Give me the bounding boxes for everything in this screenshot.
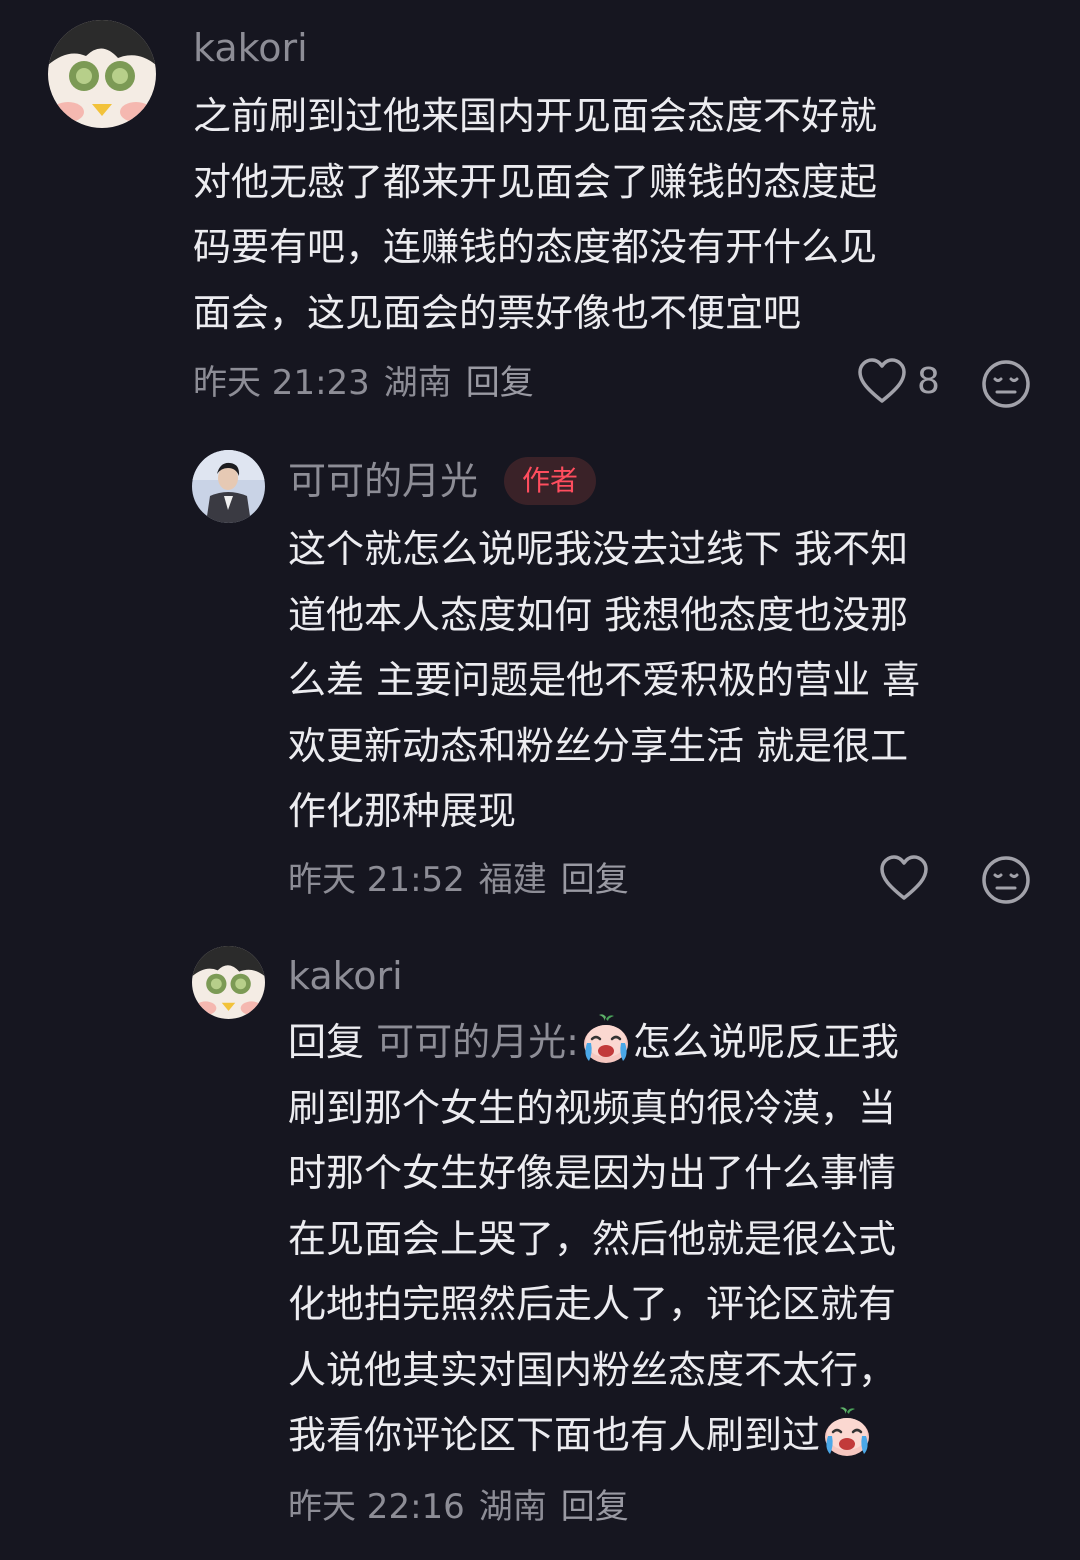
username[interactable]: kakori xyxy=(193,24,308,72)
comment-meta: 昨天 22:16 湖南 回复 xyxy=(288,1485,643,1529)
comment-text-line: 之前刷到过他来国内开见面会态度不好就 xyxy=(193,94,878,138)
comment-text-line: 回复 可可的月光: 怎么说呢反正我 xyxy=(288,1010,899,1076)
comment-text-line: 道他本人态度如何 我想他态度也没那 xyxy=(288,592,909,637)
like-count: 8 xyxy=(917,360,940,402)
timestamp: 昨天 22:16 xyxy=(288,1487,465,1527)
location: 福建 xyxy=(478,860,547,900)
timestamp: 昨天 21:52 xyxy=(288,860,465,900)
comment-text-line: 作化那种展现 xyxy=(288,789,517,833)
reply-button[interactable]: 回复 xyxy=(561,860,629,900)
comment-text-line: 人说他其实对国内粉丝态度不太行， xyxy=(288,1347,897,1392)
comment-meta: 昨天 21:23 湖南 回复 xyxy=(193,361,548,405)
comment-text-segment: 怎么说呢反正我 xyxy=(632,1020,899,1064)
like-button[interactable]: 8 xyxy=(857,357,940,405)
comment-text-line: 刷到那个女生的视频真的很冷漠，当 xyxy=(288,1085,897,1130)
avatar-author[interactable] xyxy=(192,450,265,523)
reply-prefix: 回复 xyxy=(288,1020,365,1064)
comment-text: 之前刷到过他来国内开见面会态度不好就 对他无感了都来开见面会了赚钱的态度起 码要… xyxy=(193,84,877,346)
comment-text-line: 码要有吧，连赚钱的态度都没有开什么见 xyxy=(193,225,878,269)
comment-2: 可可的月光 作者 这个就怎么说呢我没去过线下 我不知 道他本人态度如何 我想他态… xyxy=(0,420,1080,920)
timestamp: 昨天 21:23 xyxy=(193,363,370,403)
location: 湖南 xyxy=(383,363,452,403)
comment-text-segment: 我看你评论区下面也有人刷到过 xyxy=(288,1413,821,1457)
comment-text-line: 在见面会上哭了，然后他就是很公式 xyxy=(288,1216,897,1261)
comment-text-line: 这个就怎么说呢我没去过线下 我不知 xyxy=(288,527,909,571)
heart-outline-icon xyxy=(880,855,928,900)
username[interactable]: 可可的月光 xyxy=(288,457,478,505)
comment-text-line: 化地拍完照然后走人了，评论区就有 xyxy=(288,1282,897,1326)
username[interactable]: kakori xyxy=(288,952,403,1000)
dislike-button[interactable] xyxy=(981,855,1031,905)
comment-text-line: 欢更新动态和粉丝分享生活 就是很工 xyxy=(288,723,909,768)
author-badge: 作者 xyxy=(504,457,597,505)
comment-1: kakori 之前刷到过他来国内开见面会态度不好就 对他无感了都来开见面会了赚钱… xyxy=(0,0,1080,420)
comment-text-line: 么差 主要问题是他不爱积极的营业 喜 xyxy=(288,658,921,702)
avatar-kakori[interactable] xyxy=(192,946,265,1019)
crying-face-emoji-icon xyxy=(825,1407,870,1456)
like-button[interactable] xyxy=(878,854,930,902)
reply-button[interactable]: 回复 xyxy=(561,1487,629,1527)
comment-3: kakori 回复 可可的月光: 怎么说呢反正我 刷到那个女生的视频真的很冷漠，当… xyxy=(0,920,1080,1560)
heart-outline-icon xyxy=(858,358,906,403)
location: 湖南 xyxy=(478,1487,547,1527)
comment-text-line: 对他无感了都来开见面会了赚钱的态度起 xyxy=(193,159,878,204)
comment-text: 回复 可可的月光: 怎么说呢反正我 刷到那个女生的视频真的很冷漠，当 时那个女生好… xyxy=(288,1010,899,1469)
reply-target-username[interactable]: 可可的月光: xyxy=(376,1020,579,1064)
comment-meta: 昨天 21:52 福建 回复 xyxy=(288,858,643,902)
comment-text-line: 面会，这见面会的票好像也不便宜吧 xyxy=(193,290,802,335)
avatar-kakori[interactable] xyxy=(48,20,156,128)
meh-face-icon xyxy=(982,360,1030,408)
crying-face-emoji-icon xyxy=(583,1014,628,1063)
dislike-button[interactable] xyxy=(981,359,1031,409)
comment-text-line: 我看你评论区下面也有人刷到过 xyxy=(288,1403,899,1469)
meh-face-icon xyxy=(982,856,1030,904)
comment-text-line: 时那个女生好像是因为出了什么事情 xyxy=(288,1151,897,1195)
comment-text: 这个就怎么说呢我没去过线下 我不知 道他本人态度如何 我想他态度也没那 么差 主… xyxy=(288,517,920,845)
reply-button[interactable]: 回复 xyxy=(466,363,534,403)
